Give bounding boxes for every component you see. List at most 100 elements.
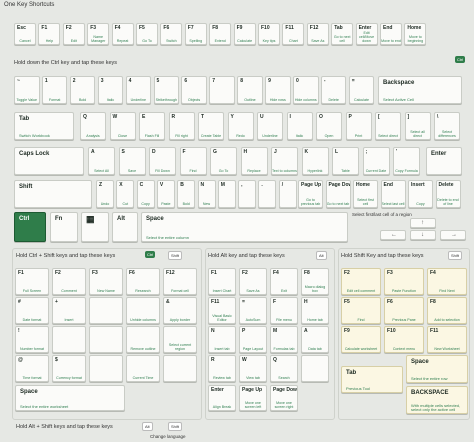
key-ctrl-j[interactable]: J Text to columns xyxy=(271,147,298,175)
key-alt-f2[interactable]: F2 Save As xyxy=(239,268,267,295)
key-ctrl-sym[interactable]: = Calculate xyxy=(348,76,375,104)
key-f1[interactable]: F1 Help xyxy=(38,23,61,45)
key-f11[interactable]: F11 Chart xyxy=(282,23,305,45)
key-cs-blank[interactable]: Current Time xyxy=(126,355,160,382)
key-ctrl-enter[interactable]: Enter xyxy=(426,147,462,175)
key-ctrl-f[interactable]: F Find xyxy=(179,147,207,175)
key-ctrl-1[interactable]: 1 Format xyxy=(41,76,68,104)
key-shift-f4[interactable]: F4 Find Next xyxy=(427,268,467,295)
key-ctrl-h[interactable]: H Replace xyxy=(240,147,268,175)
key-alt-page-down[interactable]: Page Down Move one screen right xyxy=(270,385,298,411)
key-ctrl-8[interactable]: 8 Outline xyxy=(237,76,263,104)
key-ctrl-end[interactable]: End Select last cell xyxy=(380,180,406,208)
key-ctrl-o[interactable]: O Open xyxy=(316,112,342,140)
key-ctrl-m[interactable]: M xyxy=(217,180,236,208)
key-ctrl-7[interactable]: 7 xyxy=(209,76,235,104)
key-alt-n[interactable]: N Insert tab xyxy=(208,326,236,353)
key-shift-f3[interactable]: F3 Paste Function xyxy=(384,268,424,295)
key-ctrl-p[interactable]: P Print xyxy=(345,112,372,140)
key-tab[interactable]: Tab Go to next cell xyxy=(331,23,354,45)
key-shift-f10[interactable]: F10 Context menu xyxy=(384,326,424,353)
key-cs-sym[interactable]: ! Number format xyxy=(15,326,49,353)
key-alt-f4[interactable]: F4 Exit xyxy=(270,268,298,295)
key-f5[interactable]: F5 Go To xyxy=(136,23,158,45)
key-cs-blank[interactable] xyxy=(52,326,86,353)
key-ctrl-b[interactable]: B Bold xyxy=(177,180,196,208)
key-alt-sym[interactable]: = AutoSum xyxy=(239,297,267,324)
key-ctrl-e[interactable]: E Flash Fill xyxy=(139,112,165,140)
key-ctrl-x[interactable]: X Cut xyxy=(116,180,135,208)
key-cs-blank[interactable]: Select current region xyxy=(163,326,197,353)
arrow-right-icon[interactable]: → xyxy=(440,230,466,240)
key-f8[interactable]: F8 Extend xyxy=(209,23,232,45)
key-ctrl-0[interactable]: 0 Hide columns xyxy=(293,76,319,104)
key-shift[interactable]: Shift xyxy=(14,180,92,208)
key-ctrl-sym[interactable]: . xyxy=(258,180,277,208)
key-ctrl-9[interactable]: 9 Hide rows xyxy=(265,76,291,104)
key-ctrl-w[interactable]: W Close xyxy=(109,112,136,140)
key-ctrl-d[interactable]: D Fill Down xyxy=(149,147,176,175)
key-ctrl-l[interactable]: L Table xyxy=(332,147,359,175)
key-fn[interactable]: Fn xyxy=(50,212,78,242)
key-cs-f6[interactable]: F6 Research xyxy=(126,268,160,295)
key-ctrl-q[interactable]: Q Analysis xyxy=(80,112,106,140)
key-f4[interactable]: F4 Repeat xyxy=(111,23,134,45)
key-cs-sym[interactable]: @ Time format xyxy=(15,355,49,382)
key-ctrl-5[interactable]: 5 Strikethrough xyxy=(153,76,179,104)
key-windows[interactable]: ▦ xyxy=(81,212,109,242)
arrow-up-icon[interactable]: ↑ xyxy=(410,218,436,228)
key-ctrl-i[interactable]: I Italic xyxy=(286,112,313,140)
key-ctrl-4[interactable]: 4 Underline xyxy=(125,76,152,104)
arrow-left-icon[interactable]: ← xyxy=(380,230,406,240)
key-alt-w[interactable]: W View tab xyxy=(239,355,267,382)
key-ctrl-6[interactable]: 6 Objects xyxy=(181,76,207,104)
key-f6[interactable]: F6 Switch xyxy=(160,23,183,45)
key-cs-blank[interactable]: Remove outline xyxy=(126,326,160,353)
key-ctrl-sym[interactable]: [Select direct xyxy=(375,112,401,140)
key-f3[interactable]: F3 Name Manager xyxy=(87,23,110,45)
key-ctrl-3[interactable]: 3 Italic xyxy=(97,76,124,104)
key-cs-sym[interactable]: & Apply border xyxy=(163,297,197,324)
key-ctrl-z[interactable]: Z Undo xyxy=(96,180,114,208)
key-cs-blank[interactable] xyxy=(89,355,123,382)
key-ctrl-sym[interactable]: ~ Toggle Value xyxy=(14,76,40,104)
key-ctrl-delete[interactable]: Delete Delete to end of line xyxy=(435,180,461,208)
key-ctrl-tab[interactable]: Tab Switch Workbook xyxy=(14,112,74,140)
key-shift-f9[interactable]: F9 Calculate worksheet xyxy=(341,326,381,353)
key-enter[interactable]: Enter Edit cell/Move down xyxy=(355,23,378,45)
key-cs-f3[interactable]: F3 New Name xyxy=(89,268,123,295)
key-ctrl-a[interactable]: A Select All xyxy=(88,147,115,175)
key-shift-f11[interactable]: F11 New Worksheet xyxy=(427,326,467,353)
key-alt-m[interactable]: M Formulas tab xyxy=(270,326,298,353)
key-end[interactable]: End Move to end xyxy=(380,23,402,45)
key-ctrl-g[interactable]: G Go To xyxy=(210,147,237,175)
key-alt-f8[interactable]: F8 Macro dialog box xyxy=(301,268,329,295)
key-alt-a[interactable]: A Data tab xyxy=(301,326,329,353)
key-alt-r[interactable]: R Review tab xyxy=(208,355,236,382)
key-cs-sym[interactable]: + Insert xyxy=(52,297,86,324)
key-cs-f1[interactable]: F1 Full Screen xyxy=(15,268,49,295)
key-ctrl-sym[interactable]: / xyxy=(278,180,297,208)
key-ctrl-v[interactable]: V Paste xyxy=(156,180,175,208)
key-f10[interactable]: F10 Key tips xyxy=(258,23,280,45)
key-ctrl-sym[interactable]: ; Current Date xyxy=(362,147,390,175)
key-home[interactable]: Home Move to beginning xyxy=(404,23,427,45)
key-shift-f5[interactable]: F5 Find xyxy=(341,297,381,324)
key-ctrl-sym[interactable]: \ Select differences xyxy=(434,112,460,140)
key-ctrl-s[interactable]: S Save xyxy=(118,147,146,175)
key-ctrl-c[interactable]: C Copy xyxy=(136,180,155,208)
key-ctrl-u[interactable]: U Underline xyxy=(257,112,283,140)
key-alt-p[interactable]: P Page Layout xyxy=(239,326,267,353)
key-f9[interactable]: F9 Calculate xyxy=(233,23,256,45)
key-cs-sym[interactable]: # Date format xyxy=(15,297,49,324)
key-cs-blank[interactable] xyxy=(89,326,123,353)
key-ctrl-r[interactable]: R Fill right xyxy=(168,112,195,140)
key-f2[interactable]: F2 Edit xyxy=(62,23,85,45)
key-alt-f11[interactable]: F11 Visual Basic Editor xyxy=(208,297,236,324)
key-alt-enter[interactable]: Enter Align Break xyxy=(208,385,236,411)
key-ctrl-sym[interactable]: ' Copy Formula xyxy=(393,147,420,175)
key-caps-lock[interactable]: Caps Lock xyxy=(14,147,84,175)
key-shift-backspace[interactable]: BACKSPACE With multiple cells selected, s… xyxy=(406,386,468,414)
key-f12[interactable]: F12 Save As xyxy=(306,23,329,45)
key-ctrl-sym[interactable]: ] Select all direct xyxy=(404,112,431,140)
